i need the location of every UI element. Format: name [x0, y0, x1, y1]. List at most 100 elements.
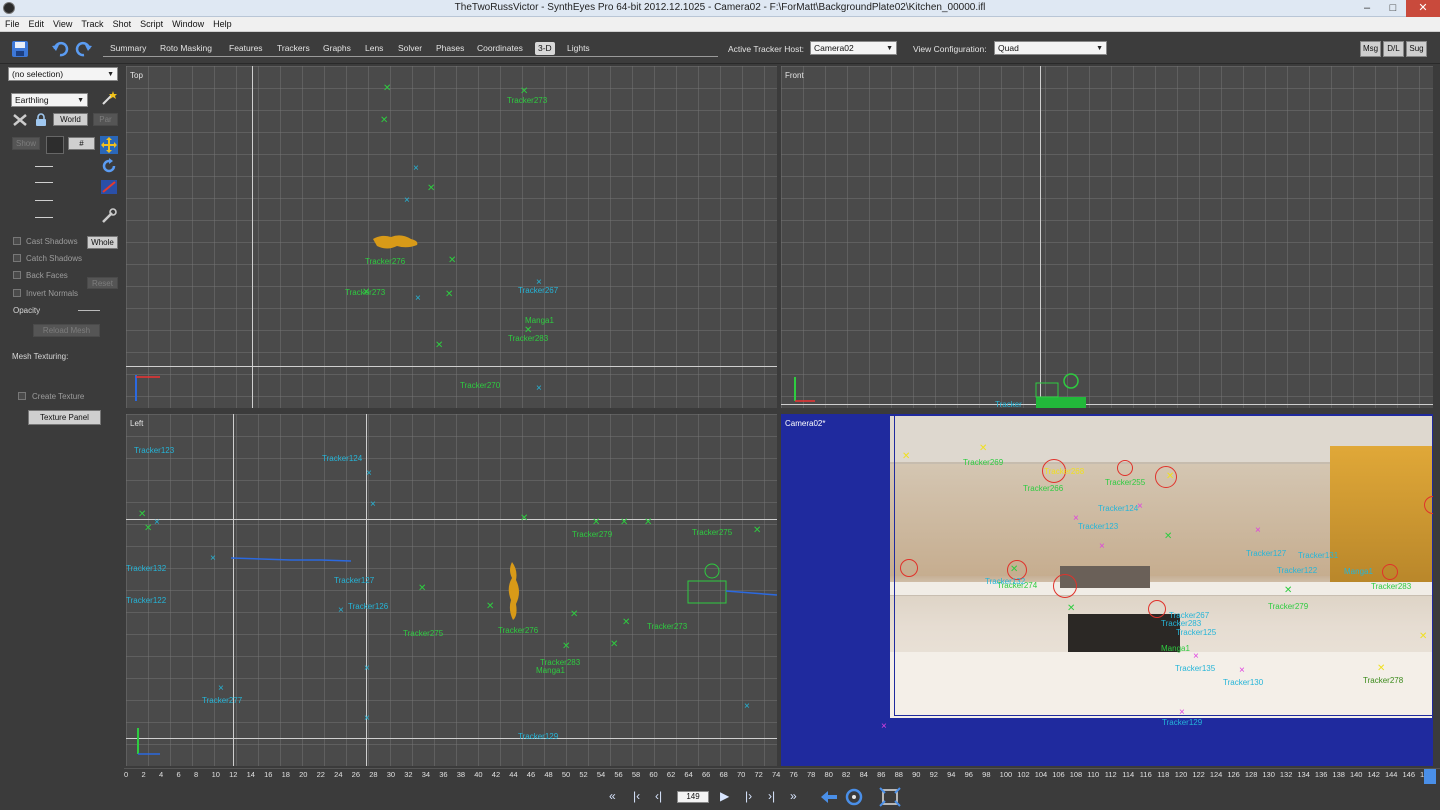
tracker-ring[interactable]	[1382, 564, 1398, 580]
cast-shadows-checkbox[interactable]	[13, 237, 21, 245]
hash-button[interactable]: #	[68, 137, 95, 150]
tracker-marker[interactable]: ✕	[383, 84, 391, 94]
menu-edit[interactable]: Edit	[24, 17, 49, 31]
save-icon[interactable]	[11, 40, 29, 58]
scale-icon[interactable]	[100, 179, 118, 195]
tracker-marker[interactable]: ✕	[570, 610, 578, 620]
undo-icon[interactable]	[51, 40, 69, 58]
tab-graphs[interactable]: Graphs	[323, 42, 351, 55]
back-arrow-icon[interactable]	[819, 789, 839, 805]
menu-file[interactable]: File	[0, 17, 24, 31]
front-viewport[interactable]: Front Tracker	[781, 66, 1433, 408]
tracker-marker[interactable]: ✕	[520, 514, 528, 524]
catch-shadows-checkbox[interactable]	[13, 254, 21, 262]
tracker-marker[interactable]: ✕	[380, 116, 388, 126]
top-viewport[interactable]: Top ✕ ✕ ✕ ✕ ✕ ✕ ✕ ✕ ✕ × × × × × Tracker2…	[126, 66, 777, 408]
tracker-marker[interactable]: ×	[536, 384, 542, 394]
msg-button[interactable]: Msg	[1360, 41, 1381, 57]
tracker-marker[interactable]: ×	[1193, 652, 1199, 662]
tracker-marker[interactable]: ×	[210, 554, 216, 564]
world-button[interactable]: World	[53, 113, 88, 126]
tracker-marker[interactable]: ×	[415, 294, 421, 304]
tracker-marker[interactable]: ✕	[144, 524, 152, 534]
sug-button[interactable]: Sug	[1406, 41, 1427, 57]
tracker-marker[interactable]: ✕	[1164, 532, 1172, 542]
color-swatch[interactable]	[46, 136, 64, 154]
refresh-icon[interactable]	[844, 787, 864, 807]
tracker-marker[interactable]: ✕	[1419, 632, 1427, 642]
tracker-marker[interactable]: ×	[364, 714, 370, 724]
tracker-marker[interactable]: ✕	[1377, 664, 1385, 674]
tab-3d[interactable]: 3-D	[535, 42, 555, 55]
tracker-marker[interactable]: ×	[1239, 666, 1245, 676]
tracker-ring[interactable]	[1053, 574, 1077, 598]
tracker-marker[interactable]: ✕	[1067, 604, 1075, 614]
tracker-marker[interactable]: ✕	[435, 341, 443, 351]
view-configuration-dropdown[interactable]: Quad ▼	[994, 41, 1107, 55]
next-frame-button[interactable]: |›	[745, 789, 752, 803]
tracker-marker[interactable]: ✕	[448, 256, 456, 266]
tab-coordinates[interactable]: Coordinates	[477, 42, 523, 55]
tracker-marker[interactable]: ✕	[622, 618, 630, 628]
tracker-marker[interactable]: ✕	[902, 452, 910, 462]
menu-track[interactable]: Track	[76, 17, 107, 31]
tracker-marker[interactable]: ×	[218, 684, 224, 694]
invert-normals-checkbox[interactable]	[13, 289, 21, 297]
back-faces-checkbox[interactable]	[13, 271, 21, 279]
tools-icon[interactable]	[100, 208, 118, 224]
mode-dropdown[interactable]: Earthling ▼	[11, 93, 88, 107]
tracker-marker[interactable]: ✕	[1010, 565, 1018, 575]
camera-viewport[interactable]: Camera02* ✕ ✕ ✕ ✕ ✕ ✕ ✕ ✕ ✕ × × × × × × …	[781, 414, 1433, 766]
scene-objects[interactable]	[1031, 371, 1101, 408]
rewind-button[interactable]: «	[609, 789, 616, 803]
tracker-marker[interactable]: ✕	[427, 184, 435, 194]
lock-icon[interactable]	[34, 113, 48, 127]
tracker-marker[interactable]: ×	[1099, 542, 1105, 552]
mesh-object[interactable]	[371, 231, 421, 253]
tracker-marker[interactable]: ×	[370, 500, 376, 510]
selection-dropdown[interactable]: (no selection) ▼	[8, 67, 118, 81]
tracker-marker[interactable]: ×	[366, 469, 372, 479]
menu-shot[interactable]: Shot	[108, 17, 136, 31]
tracker-marker[interactable]: ✕	[979, 444, 987, 454]
menu-window[interactable]: Window	[167, 17, 208, 31]
texture-panel-button[interactable]: Texture Panel	[28, 410, 101, 425]
tracker-marker[interactable]: ×	[413, 164, 419, 174]
minimize-button[interactable]: –	[1354, 0, 1380, 17]
tracker-marker[interactable]: ✕	[138, 510, 146, 520]
first-frame-button[interactable]: |‹	[633, 789, 640, 803]
tracker-marker[interactable]: ✕	[1166, 472, 1174, 482]
last-frame-button[interactable]: ›|	[768, 789, 775, 803]
tracker-marker[interactable]: ✕	[418, 584, 426, 594]
rotate-icon[interactable]	[100, 157, 118, 175]
tracker-marker[interactable]: ✕	[620, 518, 628, 528]
tracker-ring[interactable]	[900, 559, 918, 577]
playhead[interactable]	[1424, 769, 1436, 784]
tracker-marker[interactable]: ×	[364, 664, 370, 674]
tracker-marker[interactable]: ×	[338, 606, 344, 616]
left-viewport[interactable]: Left ✕ ✕ ✕ ✕ ✕ ✕ ✕ ✕ ✕ ✕ ✕ ✕ ✕ × × × × ×…	[126, 414, 777, 766]
dl-button[interactable]: D/L	[1383, 41, 1404, 57]
current-frame-field[interactable]: 149	[677, 791, 709, 803]
tracker-marker[interactable]: ✕	[445, 290, 453, 300]
fit-view-icon[interactable]	[879, 787, 901, 807]
tab-solver[interactable]: Solver	[398, 42, 422, 55]
whole-button[interactable]: Whole	[87, 236, 118, 249]
tracker-ring[interactable]	[1148, 600, 1166, 618]
tracker-ring[interactable]	[1117, 460, 1133, 476]
maximize-button[interactable]: □	[1380, 0, 1406, 17]
create-texture-checkbox[interactable]	[18, 392, 26, 400]
timeline-ruler[interactable]: 0 2 4 6 8 10 12 14 16 18 20 22 24 26 28 30 32 34 36 38 40 42 4…	[124, 768, 1440, 784]
redo-icon[interactable]	[75, 40, 93, 58]
prev-frame-button[interactable]: ‹|	[655, 789, 662, 803]
magic-wand-icon[interactable]	[100, 90, 118, 106]
move-icon[interactable]	[100, 136, 118, 154]
menu-view[interactable]: View	[48, 17, 76, 31]
tracker-marker[interactable]: ✕	[1284, 586, 1292, 596]
tab-trackers[interactable]: Trackers	[277, 42, 310, 55]
tab-phases[interactable]: Phases	[436, 42, 464, 55]
tracker-marker[interactable]: ×	[1255, 526, 1261, 536]
tracker-marker[interactable]: ×	[744, 702, 750, 712]
tracker-marker[interactable]: ×	[1179, 708, 1185, 718]
camera-object[interactable]	[686, 559, 777, 607]
